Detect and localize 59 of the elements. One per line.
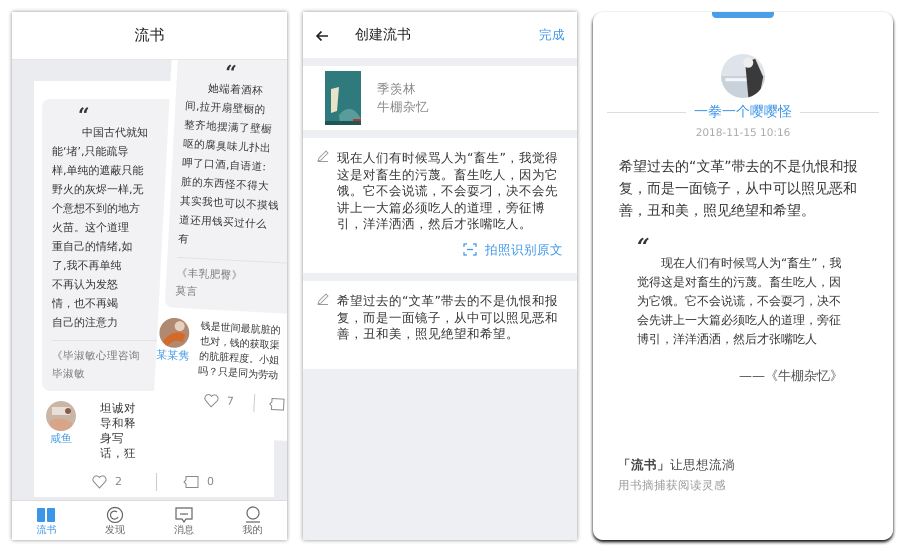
like-count: 7: [226, 393, 234, 410]
excerpt-text: 现在人们有时候骂人为“畜生”，我觉得这是对畜生的污蔑。畜生吃人，因为它饿。它不会说谎，不会耍刁，决不会先讲上一大篇必须吃人的道理，旁征博引，洋洋洒洒，然后才张嘴吃人。: [337, 150, 559, 232]
quote-line: 了,我不再单纯: [52, 258, 122, 274]
quote-line: 样,单纯的遮蔽只能: [52, 163, 144, 179]
quote-line: 呕的腐臭味儿扑出: [182, 137, 272, 157]
quote-mark: “: [637, 240, 650, 254]
tab-item[interactable]: 我的: [218, 504, 287, 538]
scan-button[interactable]: 拍照识别原文: [463, 240, 563, 260]
quote-line: 其实我也可以不摸钱: [180, 194, 280, 214]
comment-line: 也对，钱的获取渠: [200, 335, 280, 352]
quote-mark: “: [224, 64, 237, 81]
quote-text: 现在人们有时候骂人为“畜生”，我觉得这是对畜生的污蔑。畜生吃人，因为它饿。它不会说谎，不会耍刁，决不会先讲上一大篇必须吃人的道理，旁征博引，洋洋洒洒，然后才张嘴吃人: [636, 254, 842, 348]
quote-line: 中国古代就知: [81, 125, 148, 141]
screen-title: 创建流书: [355, 26, 411, 44]
quote-line: 她端着酒杯: [206, 81, 264, 100]
screen-title: 流书: [12, 12, 287, 60]
done-button[interactable]: 完成: [539, 26, 565, 44]
comment-count: 0: [207, 474, 214, 490]
slogan: 「流书」让思想流淌: [617, 456, 735, 474]
quote-line: 情，也不再竭: [52, 296, 118, 312]
book-title: 牛棚杂忆: [377, 98, 429, 116]
book-author: 季羡林: [377, 80, 417, 98]
quote-line: 重自己的情绪,如: [52, 239, 132, 255]
quote-mark: “: [78, 107, 90, 123]
quote-line: 道还用钱买过什么: [178, 212, 268, 233]
comment-line: 导和释: [100, 416, 136, 431]
comment-line: 身写: [100, 431, 124, 446]
quote-line: 个意想不到的地方: [52, 201, 140, 217]
comment-line: 钱是世间最肮脏的: [200, 320, 281, 336]
quote-line: 间,拉开扇壁橱的: [184, 99, 266, 118]
comment-line: 话，狂: [100, 446, 136, 461]
user-name: 一拳一个嘤嘤怪: [694, 103, 792, 122]
quote-line: 有: [178, 232, 190, 248]
comment-line: 的肮脏程度。小姐: [198, 350, 280, 366]
post-date: 2018-11-15 10:16: [694, 126, 792, 141]
post-text: 希望过去的“文革”带去的不是仇恨和报复，而是一面镜子，从中可以照见恶和善，丑和美，照见绝望和希望。: [618, 158, 859, 221]
book-source: 《毕淑敏心理咨询: [52, 349, 140, 364]
book-source: 《丰乳肥臀》: [176, 266, 243, 284]
user-name[interactable]: 咸鱼: [50, 431, 72, 448]
quote-line: 火苗。这个道理: [52, 220, 129, 236]
book-author: 莫言: [175, 284, 198, 300]
quote-source: ——《牛棚杂忆》: [738, 368, 844, 386]
book-author: 毕淑敏: [52, 367, 85, 382]
slogan-subtitle: 用书摘捕获阅读灵感: [617, 477, 726, 494]
quote-line: 整齐地摆满了壁橱: [184, 118, 273, 138]
quote-line: 野火的灰烬一样,无: [52, 182, 144, 198]
user-name[interactable]: 某某隽: [156, 346, 190, 366]
comment-line: 吗？只是同为劳动: [198, 365, 279, 384]
quote-line: 呷了口酒,自语道:: [182, 156, 266, 176]
quote-line: 不再认为发怒: [52, 277, 118, 293]
tab-item[interactable]: 流书: [12, 504, 80, 538]
quote-line: 能‘堵’,只能疏导: [52, 144, 128, 160]
tab-item[interactable]: 消息: [150, 504, 218, 538]
comment-line: 坦诚对: [100, 401, 136, 416]
quote-line: 自己的注意力: [52, 315, 118, 331]
tab-item[interactable]: 发现: [81, 504, 150, 538]
quote-line: 脏的东西怪不得大: [180, 175, 270, 195]
excerpt-text: 希望过去的“文革”带去的不是仇恨和报复，而是一面镜子，从中可以照见恶和善，丑和美，照见绝望和希望。: [337, 293, 559, 343]
like-count: 2: [115, 474, 122, 490]
